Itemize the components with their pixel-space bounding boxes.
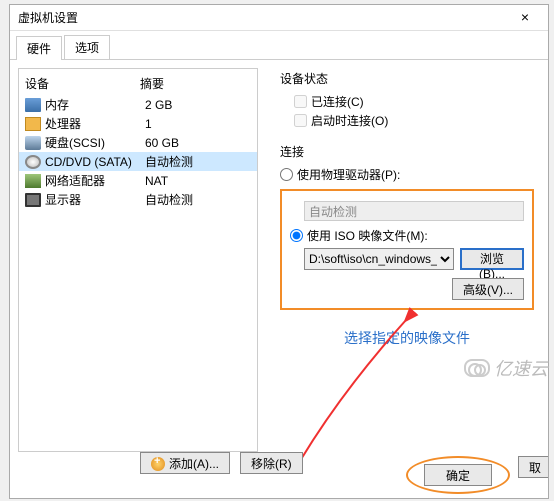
watermark: 亿速云: [464, 355, 548, 381]
add-button[interactable]: 添加(A)...: [140, 452, 230, 474]
list-header: 设备 摘要: [19, 73, 257, 95]
titlebar: 虚拟机设置 ×: [10, 5, 548, 31]
chk-connected[interactable]: 已连接(C): [294, 93, 534, 110]
close-icon[interactable]: ×: [510, 8, 540, 28]
disk-icon: [25, 136, 41, 150]
connection-title: 连接: [280, 143, 534, 160]
radio-physical[interactable]: 使用物理驱动器(P):: [280, 166, 534, 183]
radio-iso-input[interactable]: [290, 229, 303, 242]
status-title: 设备状态: [280, 70, 534, 87]
advanced-button[interactable]: 高级(V)...: [452, 278, 524, 300]
chk-connect-on-power[interactable]: 启动时连接(O): [294, 112, 534, 129]
footer-right: 确定 取: [406, 456, 548, 494]
mem-icon: [25, 98, 41, 112]
watermark-icon: [464, 359, 490, 377]
tab-options[interactable]: 选项: [64, 35, 110, 59]
chk-connect-on-power-box: [294, 114, 307, 127]
col-device: 设备: [25, 75, 140, 92]
highlight-box: 自动检测 使用 ISO 映像文件(M): D:\soft\iso\cn_wind…: [280, 189, 534, 310]
list-item-cpu[interactable]: 处理器1: [19, 114, 257, 133]
window-title: 虚拟机设置: [18, 9, 510, 26]
cd-icon: [25, 155, 41, 169]
radio-physical-input[interactable]: [280, 168, 293, 181]
col-summary: 摘要: [140, 75, 164, 92]
list-item-disk[interactable]: 硬盘(SCSI)60 GB: [19, 133, 257, 152]
cpu-icon: [25, 117, 41, 131]
annotation-text: 选择指定的映像文件: [280, 328, 534, 348]
tab-hardware[interactable]: 硬件: [16, 36, 62, 60]
ok-button[interactable]: 确定: [424, 464, 492, 486]
ok-highlight: 确定: [406, 456, 510, 494]
right-panel: 设备状态 已连接(C) 启动时连接(O) 连接 使用物理驱动器(P): 自动检测…: [266, 60, 548, 460]
net-icon: [25, 174, 41, 188]
tab-bar: 硬件 选项: [10, 31, 548, 60]
cancel-button[interactable]: 取: [518, 456, 548, 478]
list-item-net[interactable]: 网络适配器NAT: [19, 171, 257, 190]
add-icon: [151, 457, 165, 471]
physical-drive-select: 自动检测: [304, 201, 524, 221]
disp-icon: [25, 193, 41, 207]
hardware-list[interactable]: 设备 摘要 内存2 GB处理器1硬盘(SCSI)60 GBCD/DVD (SAT…: [18, 68, 258, 452]
list-item-mem[interactable]: 内存2 GB: [19, 95, 257, 114]
list-item-disp[interactable]: 显示器自动检测: [19, 190, 257, 209]
footer-left: 添加(A)... 移除(R): [140, 452, 303, 474]
iso-path-select[interactable]: D:\soft\iso\cn_windows_7_: [304, 248, 454, 270]
radio-iso[interactable]: 使用 ISO 映像文件(M):: [290, 227, 524, 244]
remove-button[interactable]: 移除(R): [240, 452, 303, 474]
vm-settings-dialog: 虚拟机设置 × 硬件 选项 设备 摘要 内存2 GB处理器1硬盘(SCSI)60…: [9, 4, 549, 499]
list-item-cd[interactable]: CD/DVD (SATA)自动检测: [19, 152, 257, 171]
chk-connected-box: [294, 95, 307, 108]
browse-button[interactable]: 浏览(B)...: [460, 248, 524, 270]
